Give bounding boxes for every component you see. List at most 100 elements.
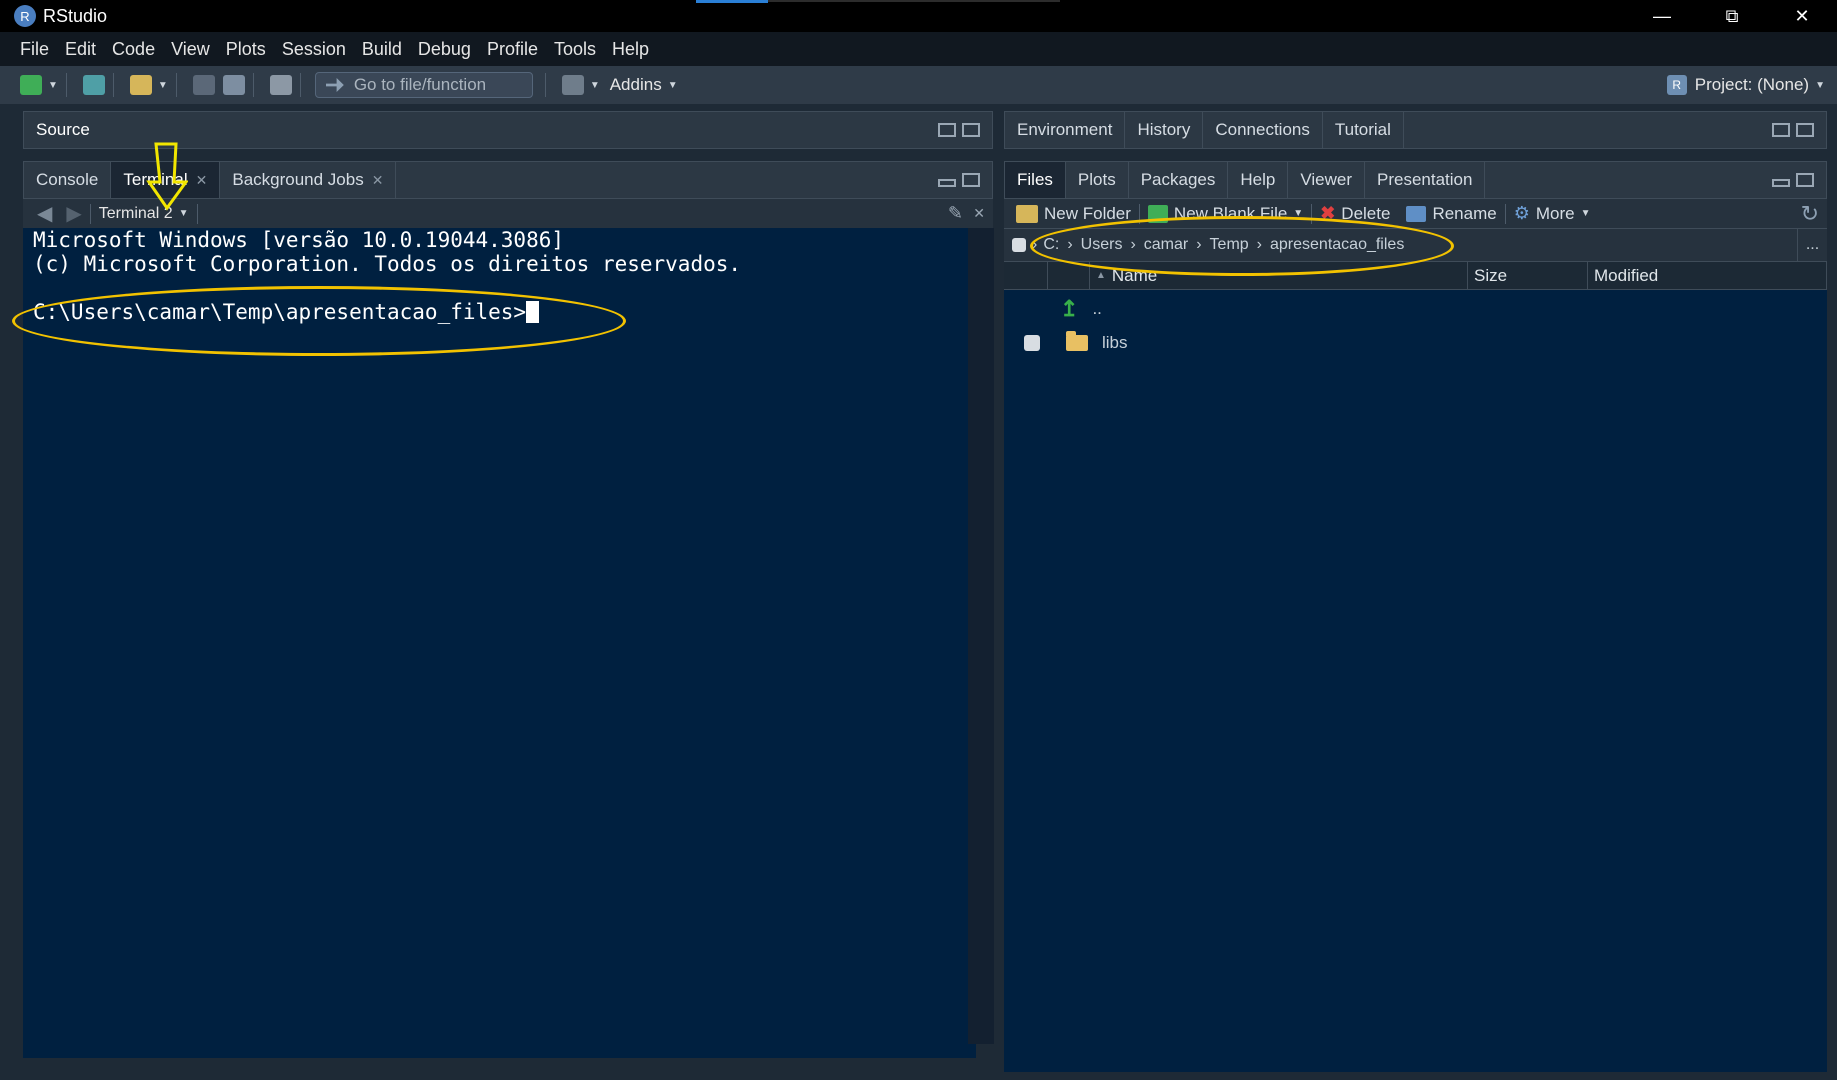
header-modified[interactable]: Modified [1588, 262, 1827, 289]
project-dropdown-icon: ▼ [1815, 79, 1825, 91]
up-arrow-icon: ↥ [1060, 296, 1079, 321]
restore-pane-icon[interactable] [962, 173, 980, 187]
tab-viewer[interactable]: Viewer [1288, 162, 1365, 198]
tab-connections[interactable]: Connections [1203, 112, 1323, 148]
header-checkbox-cell [1004, 262, 1048, 289]
tab-label: History [1137, 120, 1191, 139]
header-size[interactable]: Size [1468, 262, 1588, 289]
menu-debug[interactable]: Debug [418, 39, 471, 60]
terminal-output[interactable]: Microsoft Windows [versão 10.0.19044.308… [23, 228, 976, 1058]
minimize-pane-icon[interactable] [938, 179, 956, 187]
minimize-icon[interactable]: — [1627, 0, 1697, 32]
tab-label: Help [1240, 170, 1276, 189]
toolbar-divider [544, 73, 546, 97]
new-folder-icon [1016, 204, 1038, 223]
menu-build[interactable]: Build [362, 39, 402, 60]
files-list [1004, 262, 1827, 1072]
addins-dropdown-icon[interactable]: ▼ [668, 80, 678, 91]
title-bar: R RStudio — ⧉ ✕ [0, 0, 1837, 32]
menu-profile[interactable]: Profile [487, 39, 538, 60]
row-checkbox[interactable] [1024, 335, 1040, 351]
open-folder-icon[interactable] [129, 75, 152, 95]
tab-tutorial[interactable]: Tutorial [1323, 112, 1404, 148]
rename-button[interactable]: Rename [1432, 204, 1496, 224]
new-folder-button[interactable]: New Folder [1044, 204, 1131, 224]
save-all-icon[interactable] [222, 75, 245, 95]
tab-label: Plots [1077, 170, 1116, 189]
refresh-icon[interactable]: ↻ [1801, 201, 1819, 227]
tab-label: Console [36, 170, 99, 189]
forward-arrow-icon[interactable]: ▶ [66, 201, 81, 226]
restore-pane-icon[interactable] [938, 123, 956, 137]
more-button[interactable]: More [1536, 204, 1575, 224]
open-recent-dropdown-icon[interactable]: ▼ [158, 80, 168, 91]
addins-button[interactable]: Addins [610, 75, 662, 95]
sort-asc-icon: ▲ [1096, 270, 1106, 281]
new-file-icon[interactable] [20, 75, 42, 95]
maximize-pane-icon[interactable] [962, 123, 980, 137]
annotation-arrow-icon [146, 142, 188, 211]
project-menu[interactable]: R Project: (None) ▼ [1666, 66, 1825, 104]
toolbar-divider [196, 203, 198, 224]
maximize-pane-icon[interactable] [1796, 123, 1814, 137]
close-tab-icon[interactable]: ✕ [372, 172, 384, 189]
file-name[interactable]: libs [1102, 333, 1128, 353]
menu-code[interactable]: Code [112, 39, 155, 60]
save-icon[interactable] [192, 75, 215, 95]
broom-icon[interactable]: ✎ [948, 203, 963, 224]
source-pane-controls [938, 123, 980, 137]
tab-packages[interactable]: Packages [1129, 162, 1229, 198]
tab-plots[interactable]: Plots [1066, 162, 1129, 198]
table-row[interactable]: ↥ .. [1004, 292, 1827, 326]
menu-view[interactable]: View [171, 39, 210, 60]
project-label: Project: (None) [1694, 75, 1810, 94]
new-project-icon[interactable] [82, 75, 105, 95]
browse-more-button[interactable]: ... [1797, 228, 1827, 262]
grid-icon[interactable] [561, 75, 584, 95]
tab-history[interactable]: History [1125, 112, 1204, 148]
layout-dropdown-icon[interactable]: ▼ [590, 80, 600, 91]
terminal-scrollbar[interactable] [968, 228, 994, 1044]
terminal-line: (c) Microsoft Corporation. Todos os dire… [33, 252, 742, 276]
menu-tools[interactable]: Tools [554, 39, 596, 60]
more-dropdown-icon[interactable]: ▼ [1581, 208, 1591, 219]
menu-plots[interactable]: Plots [226, 39, 266, 60]
menu-bar: File Edit Code View Plots Session Build … [0, 32, 1837, 66]
restore-icon[interactable]: ⧉ [1697, 0, 1767, 32]
toolbar-divider [65, 73, 67, 97]
menu-help[interactable]: Help [612, 39, 649, 60]
tab-help[interactable]: Help [1228, 162, 1289, 198]
print-icon[interactable] [269, 75, 292, 95]
goto-placeholder: Go to file/function [353, 75, 487, 94]
table-row[interactable]: libs [1004, 326, 1827, 360]
gear-icon: ⚙ [1513, 203, 1530, 223]
close-icon[interactable]: ✕ [973, 205, 985, 222]
restore-pane-icon[interactable] [1772, 123, 1790, 137]
minimize-pane-icon[interactable] [1772, 179, 1790, 187]
close-window-icon[interactable]: ✕ [1767, 0, 1837, 32]
tab-files[interactable]: Files [1005, 162, 1066, 198]
tab-environment[interactable]: Environment [1005, 112, 1126, 148]
home-checkbox[interactable] [1012, 238, 1026, 252]
tab-console[interactable]: Console [24, 162, 112, 198]
taskbar-indicator-track [768, 0, 1060, 2]
tab-background-jobs[interactable]: Background Jobs ✕ [220, 162, 397, 198]
goto-arrow-icon [325, 78, 344, 92]
annotation-ellipse-breadcrumb [1030, 216, 1454, 276]
tab-presentation[interactable]: Presentation [1365, 162, 1486, 198]
restore-pane-icon[interactable] [1796, 173, 1814, 187]
tab-label: Packages [1140, 170, 1216, 189]
left-pane-controls [938, 173, 980, 187]
menu-edit[interactable]: Edit [65, 39, 96, 60]
tab-label: Background Jobs [232, 170, 364, 189]
back-arrow-icon[interactable]: ◀ [37, 201, 52, 226]
goto-file-function-input[interactable]: Go to file/function [314, 72, 533, 98]
new-file-dropdown-icon[interactable]: ▼ [48, 80, 58, 91]
menu-file[interactable]: File [20, 39, 49, 60]
toolbar-divider [252, 73, 254, 97]
menu-session[interactable]: Session [282, 39, 346, 60]
file-name[interactable]: .. [1092, 299, 1101, 319]
taskbar-indicator [696, 0, 768, 3]
close-tab-icon[interactable]: ✕ [196, 172, 208, 189]
rename-icon [1406, 205, 1427, 222]
